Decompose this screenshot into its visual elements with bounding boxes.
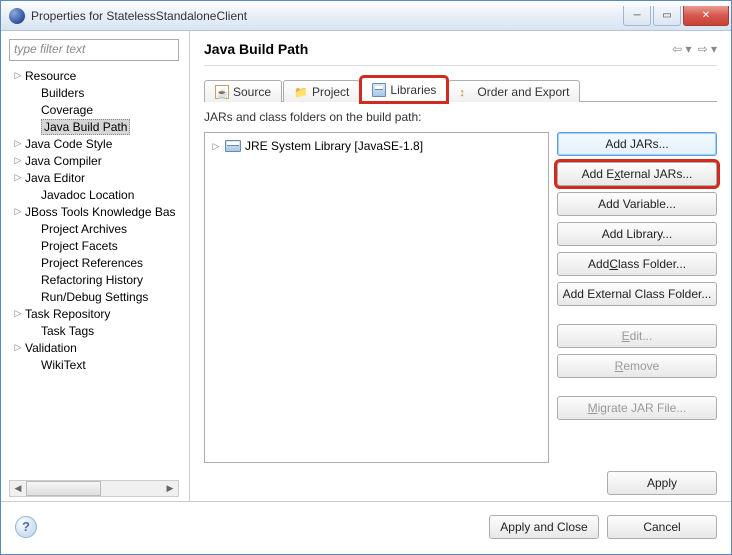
minimize-button[interactable]: ─ [623, 6, 651, 26]
tree-item[interactable]: ▷Coverage [11, 101, 185, 118]
twisty-icon[interactable]: ▷ [13, 172, 23, 183]
dialog-button-bar: ? Apply and Close Cancel [1, 501, 731, 551]
tree-item[interactable]: ▷Java Build Path [11, 118, 185, 135]
forward-button[interactable]: ⇨ ▾ [698, 42, 717, 56]
maximize-button[interactable]: ▭ [653, 6, 681, 26]
scroll-right-arrow[interactable]: ▶ [162, 483, 178, 494]
tree-item[interactable]: ▷Resource [11, 67, 185, 84]
tree-item-label: Project Archives [41, 222, 127, 236]
tree-item[interactable]: ▷Project Archives [11, 220, 185, 237]
window-titlebar: Properties for StatelessStandaloneClient… [1, 1, 731, 31]
twisty-icon[interactable]: ▷ [13, 138, 23, 149]
tree-item[interactable]: ▷WikiText [11, 356, 185, 373]
tab-source[interactable]: Source [204, 80, 282, 102]
tree-item-label: Run/Debug Settings [41, 290, 148, 304]
add-variable-button[interactable]: Add Variable... [557, 192, 717, 216]
tree-item-label: Java Compiler [25, 154, 102, 168]
category-tree[interactable]: ▷Resource▷Builders▷Coverage▷Java Build P… [9, 67, 185, 476]
filter-input[interactable]: type filter text [9, 39, 179, 61]
tree-item[interactable]: ▷Task Repository [11, 305, 185, 322]
tree-item[interactable]: ▷JBoss Tools Knowledge Bas [11, 203, 185, 220]
tab-bar: Source Project Libraries Order and Expor… [204, 76, 717, 102]
tree-item-label: Task Repository [25, 307, 110, 321]
tree-item[interactable]: ▷Run/Debug Settings [11, 288, 185, 305]
tree-item-label: Java Editor [25, 171, 85, 185]
cancel-button[interactable]: Cancel [607, 515, 717, 539]
add-external-class-folder-button[interactable]: Add External Class Folder... [557, 282, 717, 306]
edit-button[interactable]: Edit... [557, 324, 717, 348]
scroll-thumb[interactable] [26, 481, 101, 496]
tree-item-label: Java Build Path [41, 119, 130, 135]
expand-icon[interactable]: ▷ [211, 141, 221, 152]
twisty-icon[interactable]: ▷ [13, 308, 23, 319]
tree-item[interactable]: ▷Javadoc Location [11, 186, 185, 203]
migrate-jar-button[interactable]: Migrate JAR File... [557, 396, 717, 420]
page-title: Java Build Path [204, 41, 672, 57]
tree-item[interactable]: ▷Project Facets [11, 237, 185, 254]
tree-item-label: Project References [41, 256, 143, 270]
tree-item[interactable]: ▷Project References [11, 254, 185, 271]
twisty-icon[interactable]: ▷ [13, 342, 23, 353]
tree-item[interactable]: ▷Validation [11, 339, 185, 356]
window-title: Properties for StatelessStandaloneClient [31, 9, 621, 23]
tree-item-label: Builders [41, 86, 84, 100]
tree-item[interactable]: ▷Java Editor [11, 169, 185, 186]
source-icon [215, 85, 229, 99]
add-jars-button[interactable]: Add JARs... [557, 132, 717, 156]
classpath-tree[interactable]: ▷ JRE System Library [JavaSE-1.8] [204, 132, 549, 463]
eclipse-icon [9, 8, 25, 24]
back-button[interactable]: ⇦ ▾ [672, 42, 691, 56]
twisty-icon[interactable]: ▷ [13, 206, 23, 217]
order-export-icon [459, 85, 473, 99]
add-library-button[interactable]: Add Library... [557, 222, 717, 246]
tree-item-label: Project Facets [41, 239, 118, 253]
help-button[interactable]: ? [15, 516, 37, 538]
tree-item-label: Task Tags [41, 324, 94, 338]
tree-item[interactable]: ▷Java Code Style [11, 135, 185, 152]
libraries-icon [372, 83, 386, 97]
tree-item-label: Resource [25, 69, 76, 83]
build-path-description: JARs and class folders on the build path… [204, 110, 717, 124]
tab-projects[interactable]: Project [283, 80, 360, 102]
tree-item[interactable]: ▷Refactoring History [11, 271, 185, 288]
tree-item-label: Javadoc Location [41, 188, 134, 202]
scroll-left-arrow[interactable]: ◀ [10, 483, 26, 494]
tab-order-export[interactable]: Order and Export [448, 80, 580, 102]
remove-button[interactable]: Remove [557, 354, 717, 378]
apply-and-close-button[interactable]: Apply and Close [489, 515, 599, 539]
library-icon [225, 140, 241, 152]
tree-item[interactable]: ▷Builders [11, 84, 185, 101]
jre-system-library-entry[interactable]: ▷ JRE System Library [JavaSE-1.8] [211, 139, 542, 153]
content-pane: Java Build Path ⇦ ▾ ⇨ ▾ Source Project L… [189, 31, 731, 501]
tree-item-label: WikiText [41, 358, 86, 372]
horizontal-scrollbar[interactable]: ◀ ▶ [9, 480, 179, 497]
tree-item-label: Coverage [41, 103, 93, 117]
apply-button[interactable]: Apply [607, 471, 717, 495]
add-class-folder-button[interactable]: Add Class Folder... [557, 252, 717, 276]
twisty-icon[interactable]: ▷ [13, 155, 23, 166]
tree-item-label: Validation [25, 341, 77, 355]
tree-item[interactable]: ▷Java Compiler [11, 152, 185, 169]
tab-libraries[interactable]: Libraries [361, 77, 447, 102]
tree-item-label: Refactoring History [41, 273, 143, 287]
properties-sidebar: type filter text ▷Resource▷Builders▷Cove… [1, 31, 189, 501]
tree-item[interactable]: ▷Task Tags [11, 322, 185, 339]
tree-item-label: Java Code Style [25, 137, 112, 151]
projects-icon [294, 85, 308, 99]
twisty-icon[interactable]: ▷ [13, 70, 23, 81]
close-button[interactable]: ✕ [683, 6, 729, 26]
add-external-jars-button[interactable]: Add External JARs... [557, 162, 717, 186]
tree-item-label: JBoss Tools Knowledge Bas [25, 205, 176, 219]
